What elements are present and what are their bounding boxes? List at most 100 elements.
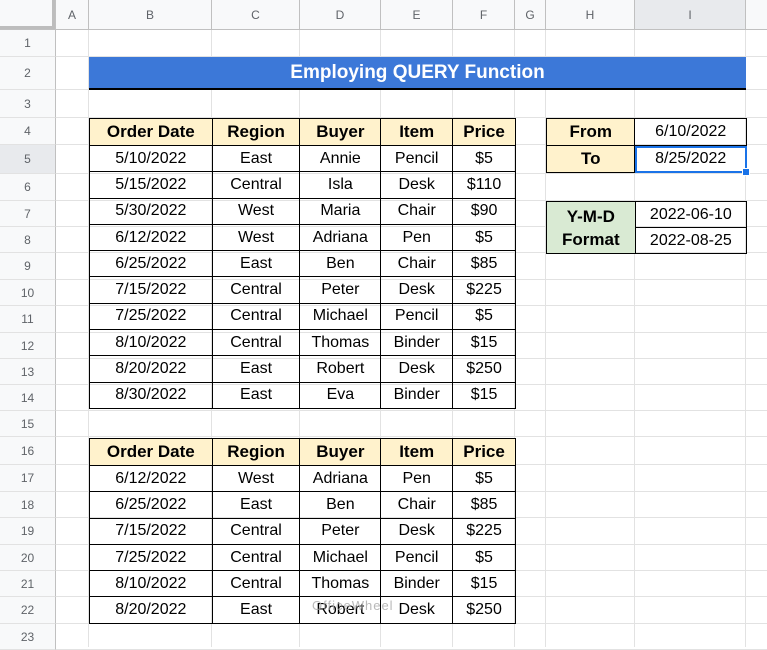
order-date-cell[interactable]: 6/12/2022 bbox=[89, 223, 213, 252]
ymd-from-cell[interactable]: 2022-06-10 bbox=[634, 201, 748, 228]
ymd-format-label[interactable]: Y-M-D Format bbox=[546, 201, 636, 254]
column-header-f[interactable]: F bbox=[453, 0, 515, 30]
item-cell[interactable]: Desk bbox=[380, 355, 454, 383]
price-cell[interactable]: $15 bbox=[452, 329, 516, 357]
item-cell[interactable]: Chair bbox=[380, 250, 454, 278]
ymd-to-cell[interactable]: 2022-08-25 bbox=[634, 227, 748, 254]
row-header-17[interactable]: 17 bbox=[0, 465, 56, 492]
from-date-cell[interactable]: 6/10/2022 bbox=[634, 118, 747, 146]
item-cell[interactable]: Chair bbox=[380, 197, 454, 225]
header-region[interactable]: Region bbox=[211, 438, 301, 466]
row-header-16[interactable]: 16 bbox=[0, 437, 56, 465]
order-date-cell[interactable]: 7/25/2022 bbox=[89, 543, 213, 572]
row-header-18[interactable]: 18 bbox=[0, 492, 56, 518]
row-header-5[interactable]: 5 bbox=[0, 145, 56, 174]
price-cell[interactable]: $225 bbox=[452, 276, 516, 304]
header-price[interactable]: Price bbox=[452, 118, 516, 146]
order-date-cell[interactable]: 5/10/2022 bbox=[89, 144, 213, 173]
price-cell[interactable]: $85 bbox=[452, 250, 516, 278]
buyer-cell[interactable]: Maria bbox=[299, 197, 382, 225]
order-date-cell[interactable]: 7/25/2022 bbox=[89, 302, 213, 331]
item-cell[interactable]: Pen bbox=[380, 223, 454, 252]
item-cell[interactable]: Binder bbox=[380, 570, 454, 598]
order-date-cell[interactable]: 7/15/2022 bbox=[89, 517, 213, 545]
order-date-cell[interactable]: 8/20/2022 bbox=[89, 596, 213, 624]
row-header-2[interactable]: 2 bbox=[0, 57, 56, 90]
title-banner[interactable]: Employing QUERY Function bbox=[89, 57, 746, 90]
item-cell[interactable]: Binder bbox=[380, 381, 454, 409]
buyer-cell[interactable]: Peter bbox=[299, 517, 382, 545]
select-all-corner[interactable] bbox=[0, 0, 56, 30]
region-cell[interactable]: East bbox=[211, 381, 301, 409]
item-cell[interactable]: Pen bbox=[380, 464, 454, 493]
buyer-cell[interactable]: Peter bbox=[299, 276, 382, 304]
price-cell[interactable]: $5 bbox=[452, 302, 516, 331]
price-cell[interactable]: $15 bbox=[452, 381, 516, 409]
row-header-12[interactable]: 12 bbox=[0, 333, 56, 359]
column-header-b[interactable]: B bbox=[89, 0, 212, 30]
buyer-cell[interactable]: Thomas bbox=[299, 570, 382, 598]
region-cell[interactable]: Central bbox=[211, 543, 301, 572]
price-cell[interactable]: $5 bbox=[452, 543, 516, 572]
price-cell[interactable]: $5 bbox=[452, 144, 516, 173]
header-item[interactable]: Item bbox=[380, 118, 454, 146]
region-cell[interactable]: East bbox=[211, 250, 301, 278]
item-cell[interactable]: Desk bbox=[380, 171, 454, 199]
fill-handle[interactable] bbox=[742, 168, 750, 176]
region-cell[interactable]: Central bbox=[211, 302, 301, 331]
order-date-cell[interactable]: 5/30/2022 bbox=[89, 197, 213, 225]
order-date-cell[interactable]: 6/25/2022 bbox=[89, 491, 213, 519]
price-cell[interactable]: $250 bbox=[452, 596, 516, 624]
row-header-21[interactable]: 21 bbox=[0, 571, 56, 597]
column-header-i[interactable]: I bbox=[635, 0, 746, 30]
region-cell[interactable]: East bbox=[211, 596, 301, 624]
column-header-a[interactable]: A bbox=[56, 0, 89, 30]
region-cell[interactable]: Central bbox=[211, 276, 301, 304]
order-date-cell[interactable]: 8/10/2022 bbox=[89, 329, 213, 357]
price-cell[interactable]: $250 bbox=[452, 355, 516, 383]
buyer-cell[interactable]: Isla bbox=[299, 171, 382, 199]
price-cell[interactable]: $85 bbox=[452, 491, 516, 519]
region-cell[interactable]: West bbox=[211, 197, 301, 225]
header-region[interactable]: Region bbox=[211, 118, 301, 146]
buyer-cell[interactable]: Annie bbox=[299, 144, 382, 173]
item-cell[interactable]: Pencil bbox=[380, 543, 454, 572]
header-buyer[interactable]: Buyer bbox=[299, 118, 382, 146]
column-header-d[interactable]: D bbox=[300, 0, 381, 30]
to-label[interactable]: To bbox=[545, 145, 636, 173]
item-cell[interactable]: Chair bbox=[380, 491, 454, 519]
to-date-cell-selected[interactable]: 8/25/2022 bbox=[634, 145, 750, 176]
row-header-1[interactable]: 1 bbox=[0, 30, 56, 57]
buyer-cell[interactable]: Eva bbox=[299, 381, 382, 409]
region-cell[interactable]: West bbox=[211, 464, 301, 493]
buyer-cell[interactable]: Adriana bbox=[299, 223, 382, 252]
buyer-cell[interactable]: Ben bbox=[299, 250, 382, 278]
region-cell[interactable]: West bbox=[211, 223, 301, 252]
order-date-cell[interactable]: 8/20/2022 bbox=[89, 355, 213, 383]
column-header-g[interactable]: G bbox=[515, 0, 546, 30]
row-header-6[interactable]: 6 bbox=[0, 174, 56, 201]
column-header-h[interactable]: H bbox=[546, 0, 635, 30]
header-order-date[interactable]: Order Date bbox=[89, 438, 213, 466]
order-date-cell[interactable]: 6/25/2022 bbox=[89, 250, 213, 278]
region-cell[interactable]: East bbox=[211, 355, 301, 383]
header-order-date[interactable]: Order Date bbox=[89, 118, 213, 146]
region-cell[interactable]: East bbox=[211, 144, 301, 173]
row-header-15[interactable]: 15 bbox=[0, 411, 56, 437]
item-cell[interactable]: Desk bbox=[380, 517, 454, 545]
header-buyer[interactable]: Buyer bbox=[299, 438, 382, 466]
order-date-cell[interactable]: 6/12/2022 bbox=[89, 464, 213, 493]
column-header-c[interactable]: C bbox=[212, 0, 300, 30]
row-header-10[interactable]: 10 bbox=[0, 280, 56, 306]
region-cell[interactable]: Central bbox=[211, 171, 301, 199]
item-cell[interactable]: Binder bbox=[380, 329, 454, 357]
buyer-cell[interactable]: Robert bbox=[299, 355, 382, 383]
from-label[interactable]: From bbox=[545, 118, 636, 146]
price-cell[interactable]: $5 bbox=[452, 464, 516, 493]
column-header-e[interactable]: E bbox=[381, 0, 453, 30]
price-cell[interactable]: $5 bbox=[452, 223, 516, 252]
row-header-4[interactable]: 4 bbox=[0, 118, 56, 145]
row-header-22[interactable]: 22 bbox=[0, 597, 56, 624]
row-header-20[interactable]: 20 bbox=[0, 545, 56, 571]
row-header-14[interactable]: 14 bbox=[0, 385, 56, 411]
